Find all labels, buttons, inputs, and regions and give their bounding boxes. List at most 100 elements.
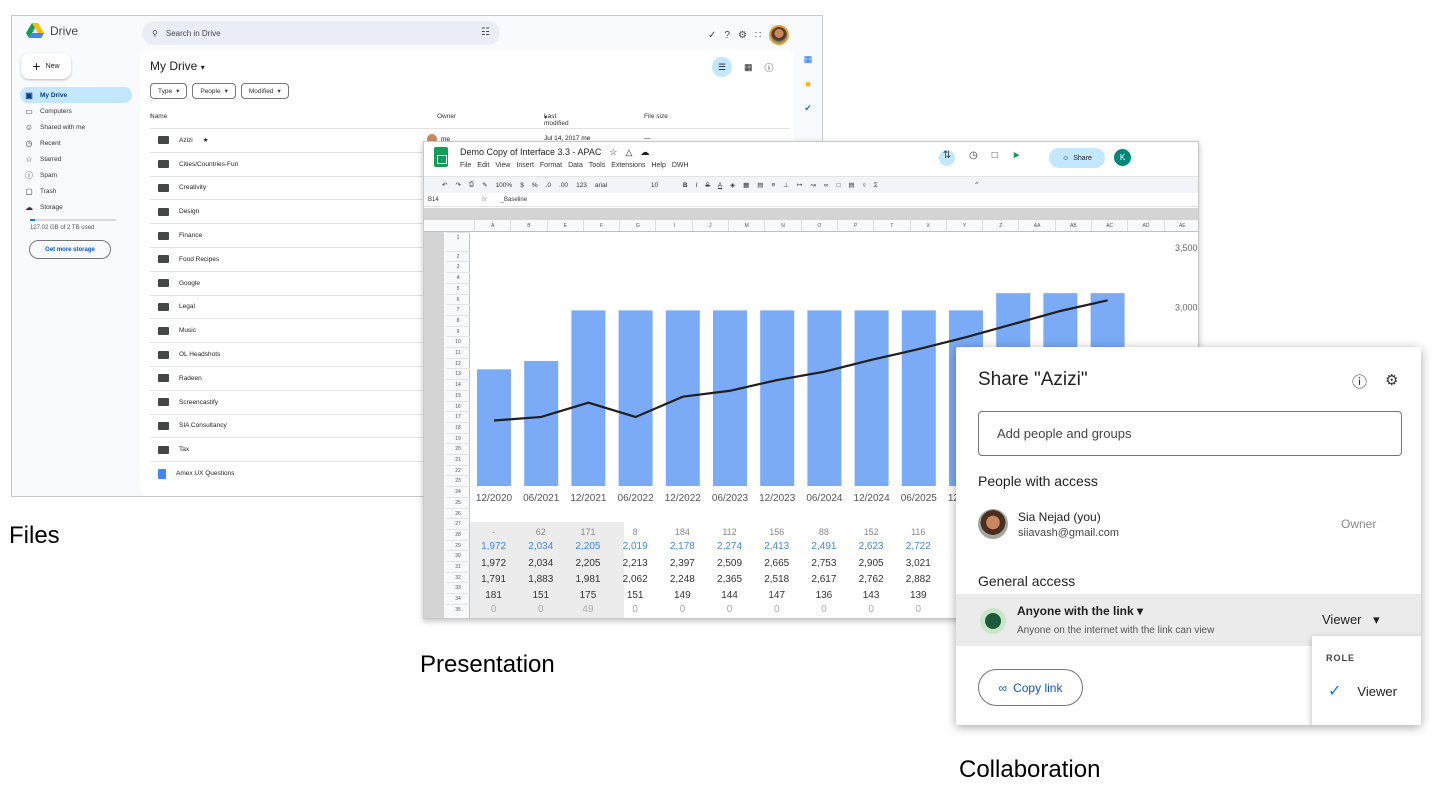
explore-icon[interactable]: ⇅ — [939, 150, 955, 166]
table-cell[interactable]: 1,791 — [470, 574, 517, 586]
font-select[interactable]: arial — [595, 182, 643, 189]
menu-item-insert[interactable]: Insert — [516, 162, 534, 169]
role-option-viewer[interactable]: ✓ Viewer — [1328, 681, 1397, 701]
drive-search-input[interactable]: ⚲ Search in Drive ☷ — [142, 21, 500, 45]
align-icon[interactable]: ≡ — [771, 182, 775, 189]
cell-reference[interactable]: B14 — [428, 197, 468, 203]
table-cell[interactable]: 2,213 — [612, 558, 659, 570]
row-header[interactable]: 34 — [446, 593, 470, 604]
row-header[interactable]: 15 — [446, 389, 470, 401]
filter-chip-type[interactable]: Type ▾ — [150, 83, 188, 99]
table-cell[interactable]: 1,972 — [470, 558, 517, 570]
italic-button[interactable]: I — [696, 182, 698, 189]
sidebar-item-computers[interactable]: ▭ Computers — [20, 103, 132, 119]
row-header[interactable]: 7 — [446, 304, 470, 315]
help-icon[interactable]: ⓘ — [1352, 371, 1367, 392]
table-cell[interactable]: 3,021 — [895, 558, 942, 570]
row-header[interactable]: 23 — [446, 475, 470, 486]
table-cell[interactable]: 112 — [706, 527, 753, 539]
table-cell[interactable]: 2,034 — [517, 541, 564, 553]
chart-bar[interactable] — [854, 310, 889, 486]
bold-button[interactable]: B — [683, 182, 688, 189]
user-avatar[interactable]: K — [1114, 149, 1131, 166]
row-header[interactable]: 26 — [446, 507, 470, 519]
table-cell[interactable]: 2,205 — [564, 558, 611, 570]
print-icon[interactable]: ⎙ — [469, 181, 474, 189]
paint-format-icon[interactable]: ✎ — [482, 181, 487, 189]
collapse-toolbar-icon[interactable]: ⌃ — [974, 181, 979, 189]
meet-icon[interactable]: ► — [1012, 150, 1022, 166]
table-cell[interactable]: 2,753 — [800, 558, 847, 570]
table-cell[interactable]: 8 — [612, 527, 659, 539]
table-cell[interactable]: 2,397 — [659, 558, 706, 570]
table-cell[interactable]: 2,509 — [706, 558, 753, 570]
table-cell[interactable]: 2,623 — [848, 541, 895, 553]
column-header[interactable]: X — [909, 220, 946, 231]
link-icon[interactable]: ∞ — [824, 182, 829, 189]
table-cell[interactable]: 2,062 — [612, 574, 659, 586]
comment-icon[interactable]: □ — [992, 150, 998, 166]
chart-bar[interactable] — [713, 310, 747, 486]
table-cell[interactable]: 171 — [564, 527, 611, 539]
table-cell[interactable]: 156 — [753, 527, 800, 539]
number-format-select[interactable]: 123 — [576, 182, 587, 189]
doc-title[interactable]: Demo Copy of Interface 3.3 - APAC — [460, 147, 601, 158]
wrap-icon[interactable]: ↦ — [797, 181, 802, 189]
table-cell[interactable]: 139 — [895, 590, 942, 602]
apps-grid-icon[interactable]: ∷ — [755, 30, 761, 41]
table-cell[interactable]: 1,981 — [564, 574, 611, 586]
table-cell[interactable]: 152 — [848, 527, 895, 539]
table-cell[interactable]: 0 — [706, 604, 753, 616]
settings-icon[interactable]: ⚙ — [1385, 371, 1398, 392]
table-cell[interactable]: 147 — [753, 590, 800, 602]
table-cell[interactable]: 151 — [612, 590, 659, 602]
table-cell[interactable]: 1,883 — [517, 574, 564, 586]
chart-bar[interactable] — [618, 310, 653, 486]
row-header[interactable]: 17 — [446, 411, 470, 422]
percent-button[interactable]: % — [532, 182, 538, 189]
column-header[interactable]: B — [510, 220, 546, 231]
table-cell[interactable]: 2,882 — [895, 574, 942, 586]
table-cell[interactable]: 175 — [564, 590, 611, 602]
get-more-storage-button[interactable]: Get more storage — [29, 240, 111, 259]
column-header[interactable]: T — [873, 220, 909, 231]
chart-bar[interactable] — [665, 310, 700, 486]
row-header[interactable]: 35 — [446, 603, 470, 615]
table-cell[interactable]: 0 — [800, 604, 847, 616]
table-cell[interactable]: 2,205 — [564, 541, 611, 553]
chart-bar[interactable] — [760, 310, 795, 486]
row-header[interactable]: 27 — [446, 518, 470, 529]
row-header[interactable]: 16 — [446, 400, 470, 412]
table-cell[interactable]: 136 — [800, 590, 847, 602]
access-level-select[interactable]: Anyone with the link ▾ — [1017, 604, 1143, 618]
row-header[interactable]: 22 — [446, 464, 470, 476]
table-cell[interactable]: 0 — [895, 604, 942, 616]
chart-bar[interactable] — [807, 310, 842, 486]
column-header[interactable]: P — [836, 220, 873, 231]
row-header[interactable]: 9 — [446, 325, 470, 337]
menu-item-data[interactable]: Data — [568, 162, 583, 169]
row-header[interactable]: 10 — [446, 336, 470, 347]
sidebar-item-storage[interactable]: ☁ Storage — [20, 199, 132, 215]
drive-logo[interactable]: Drive — [26, 23, 78, 39]
cloud-icon[interactable]: ☁ — [640, 147, 649, 158]
font-size-select[interactable]: 10 — [651, 182, 675, 189]
redo-icon[interactable]: ↷ — [455, 181, 460, 189]
row-header[interactable]: 21 — [446, 454, 470, 465]
table-cell[interactable]: 184 — [659, 527, 706, 539]
column-header[interactable]: F — [582, 220, 619, 231]
filter-chip-people[interactable]: People ▾ — [192, 83, 236, 99]
column-header[interactable]: J — [691, 220, 728, 231]
row-header[interactable]: 6 — [446, 293, 470, 305]
tasks-icon[interactable]: ✔ — [804, 103, 812, 114]
table-cell[interactable]: 0 — [470, 604, 517, 616]
row-header[interactable]: 32 — [446, 571, 470, 583]
borders-icon[interactable]: ▦ — [743, 181, 749, 189]
sidebar-item-spam[interactable]: ⓘ Spam — [20, 167, 132, 183]
table-cell[interactable]: 2,722 — [895, 541, 942, 553]
table-cell[interactable]: 2,365 — [706, 574, 753, 586]
fill-color-icon[interactable]: ◈ — [730, 181, 735, 189]
row-header[interactable]: 3 — [446, 261, 470, 272]
row-header[interactable]: 31 — [446, 561, 470, 572]
table-cell[interactable]: 143 — [848, 590, 895, 602]
